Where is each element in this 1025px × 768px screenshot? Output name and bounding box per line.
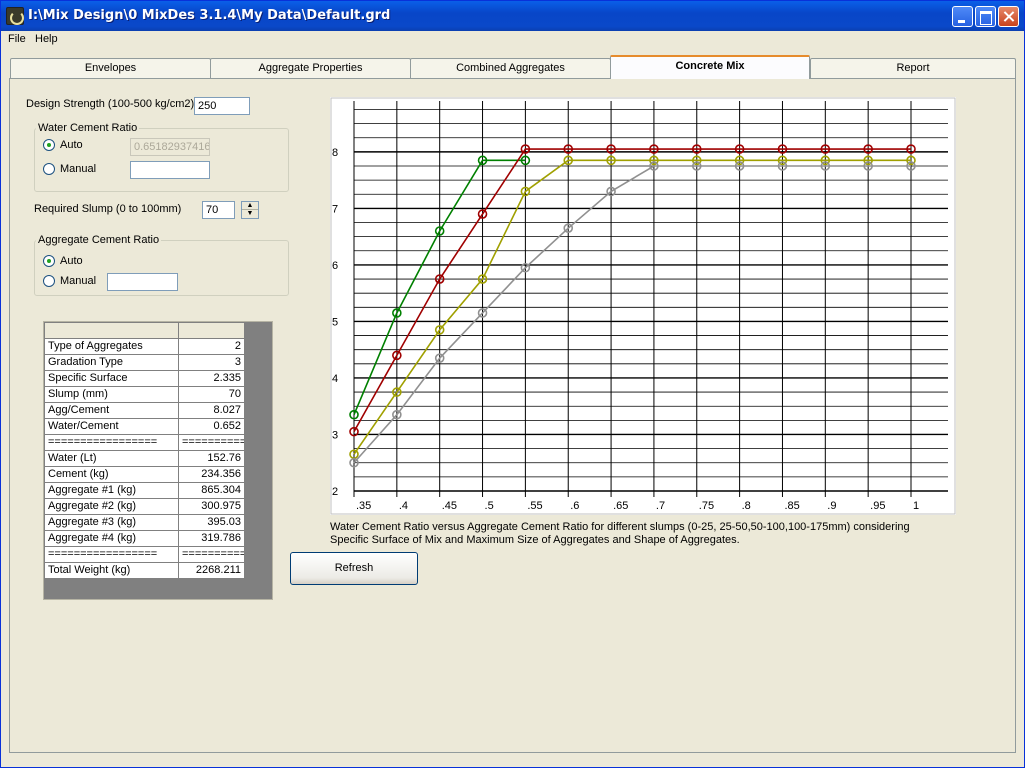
grid-row-label[interactable]: Slump (mm) [45,387,179,403]
grid-row-label[interactable]: Aggregate #2 (kg) [45,499,179,515]
minimize-button[interactable] [952,6,973,27]
app-icon[interactable] [6,7,24,25]
grid-row-value[interactable]: 0.652 [179,419,245,435]
chart-x-tick-label: 1 [913,500,919,512]
grid-row-label[interactable]: Cement (kg) [45,467,179,483]
menu-help[interactable]: Help [35,33,58,45]
grid-row-label[interactable]: ================= [45,547,179,563]
spin-up-icon[interactable]: ▲ [242,202,258,210]
chart-y-tick-label: 3 [332,429,338,441]
tab-strip: Envelopes Aggregate Properties Combined … [9,55,1017,79]
grid-row-label[interactable]: Water (Lt) [45,451,179,467]
chart-x-tick-label: .45 [442,500,457,512]
chart-x-tick-label: .95 [870,500,885,512]
chart-x-tick-label: .9 [827,500,836,512]
grid-header-value[interactable] [179,323,245,339]
slump-input[interactable]: 70 [202,201,235,219]
chart-y-tick-label: 8 [332,147,338,159]
chart-x-tick-label: .35 [356,500,371,512]
grid-row-label[interactable]: Specific Surface [45,371,179,387]
app-window: I:\Mix Design\0 MixDes 3.1.4\My Data\Def… [0,0,1025,768]
grid-row-value[interactable]: 152.76 [179,451,245,467]
grid-row-label[interactable]: Aggregate #4 (kg) [45,531,179,547]
grid-row-value[interactable]: 319.786 [179,531,245,547]
wcr-manual-label: Manual [60,163,97,175]
grid-row-label[interactable]: Type of Aggregates [45,339,179,355]
chart-x-tick-label: .5 [485,500,494,512]
grid-row-value[interactable]: 2 [179,339,245,355]
design-strength-label: Design Strength (100-500 kg/cm2) [26,98,195,110]
chart-y-tick-label: 5 [332,316,338,328]
chart-y-tick-label: 4 [332,373,338,385]
chart-y-tick-label: 6 [332,260,338,272]
grid-row-value[interactable]: 300.975 [179,499,245,515]
acr-manual-input[interactable] [107,273,178,291]
grid-row-value[interactable]: 70 [179,387,245,403]
grid-row-label[interactable]: Gradation Type [45,355,179,371]
acr-auto-label: Auto [60,255,83,267]
grid-row-value[interactable]: 865.304 [179,483,245,499]
aggregate-cement-ratio-title: Aggregate Cement Ratio [36,234,162,246]
grid-row-value[interactable]: 395.03 [179,515,245,531]
acr-manual-radio[interactable] [43,275,55,287]
chart-x-tick-label: .6 [570,500,579,512]
grid-row-value[interactable]: 2268.211 [179,563,245,579]
wcr-auto-radio[interactable] [43,139,55,151]
menu-file[interactable]: File [8,33,26,45]
wcr-auto-label: Auto [60,139,83,151]
grid-row-label[interactable]: Water/Cement [45,419,179,435]
grid-row-value[interactable]: 3 [179,355,245,371]
slump-spinner[interactable]: ▲ ▼ [241,201,259,219]
wcr-manual-input[interactable] [130,161,210,179]
grid-row-label[interactable]: Aggregate #1 (kg) [45,483,179,499]
chart-y-tick-label: 2 [332,486,338,498]
chart-x-tick-label: .55 [527,500,542,512]
grid-row-label[interactable]: ================= [45,435,179,451]
grid-row-label[interactable]: Agg/Cement [45,403,179,419]
slump-label: Required Slump (0 to 100mm) [34,203,182,215]
grid-row-value[interactable]: 8.027 [179,403,245,419]
tab-concrete-mix[interactable]: Concrete Mix [610,55,810,79]
title-bar[interactable]: I:\Mix Design\0 MixDes 3.1.4\My Data\Def… [1,1,1024,31]
grid-row-value[interactable]: ========== [179,435,245,451]
grid-header-label[interactable] [45,323,179,339]
chart-x-tick-label: .75 [699,500,714,512]
close-button[interactable] [998,6,1019,27]
maximize-button[interactable] [975,6,996,27]
grid-row-value[interactable]: 234.356 [179,467,245,483]
chart-caption: Water Cement Ratio versus Aggregate Ceme… [330,521,910,546]
chart-x-tick-label: .7 [656,500,665,512]
menu-bar: File Help [1,31,1024,49]
wcr-auto-value: 0.65182937416 [130,138,210,156]
wcr-vs-acr-chart: .35 .4 .45 .5 .55 .6 .65 .7 .75 .8 .85 .9 .95 1 2 3 4 5 6 7… [330,97,956,515]
tab-envelopes[interactable]: Envelopes [10,58,211,79]
grid-row-label[interactable]: Aggregate #3 (kg) [45,515,179,531]
tab-combined-aggregates[interactable]: Combined Aggregates [410,58,611,79]
design-strength-input[interactable]: 250 [194,97,250,115]
tab-report[interactable]: Report [810,58,1016,79]
window-title: I:\Mix Design\0 MixDes 3.1.4\My Data\Def… [28,8,391,23]
refresh-button[interactable]: Refresh [290,552,418,585]
wcr-manual-radio[interactable] [43,163,55,175]
chart-x-tick-label: .8 [742,500,751,512]
acr-auto-radio[interactable] [43,255,55,267]
tab-aggregate-properties[interactable]: Aggregate Properties [210,58,411,79]
grid-row-value[interactable]: ========== [179,547,245,563]
results-grid[interactable]: Type of Aggregates 2 Gradation Type 3 Speci… [43,321,273,600]
grid-row-value[interactable]: 2.335 [179,371,245,387]
water-cement-ratio-title: Water Cement Ratio [36,122,140,134]
chart-x-tick-label: .85 [784,500,799,512]
chart-x-tick-label: .65 [613,500,628,512]
acr-manual-label: Manual [60,275,97,287]
grid-row-label[interactable]: Total Weight (kg) [45,563,179,579]
spin-down-icon[interactable]: ▼ [242,210,258,218]
chart-y-tick-label: 7 [332,203,338,215]
chart-x-tick-label: .4 [399,500,408,512]
